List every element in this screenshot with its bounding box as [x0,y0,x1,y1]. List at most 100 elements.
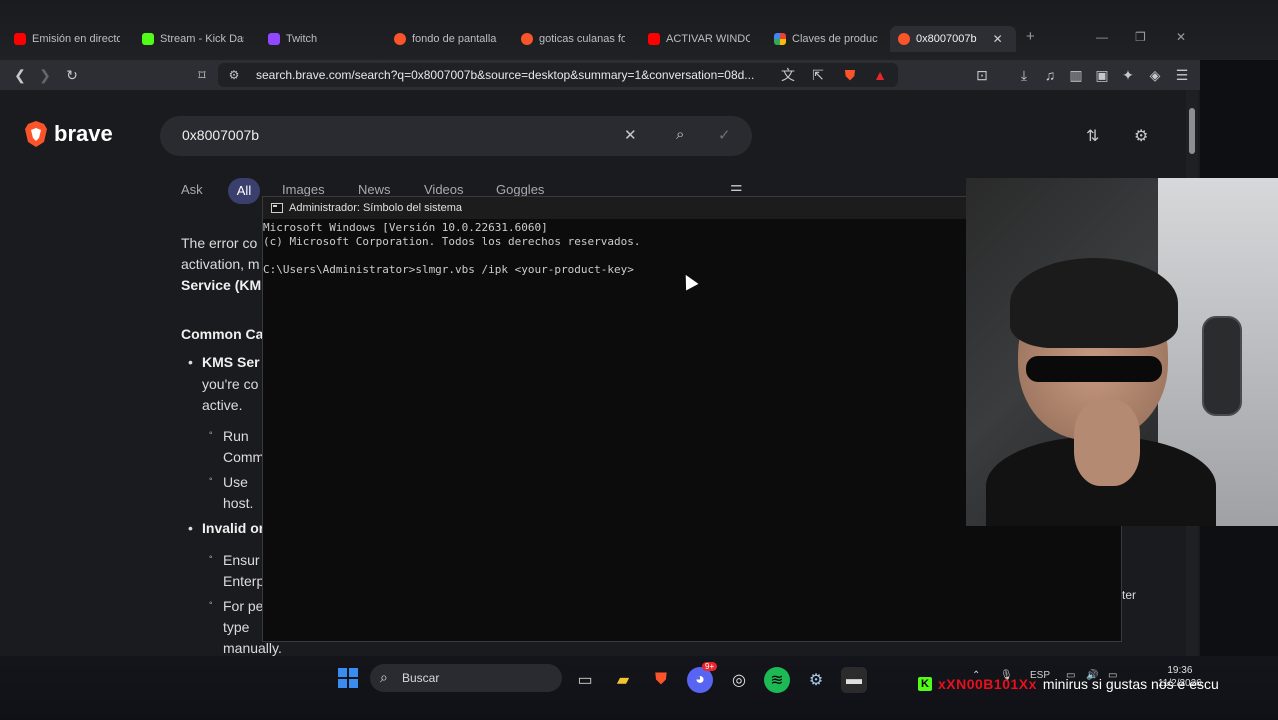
result-text: The error co [181,235,258,251]
microphone [1202,316,1242,416]
new-tab-button[interactable]: + [1026,28,1035,45]
reload-icon[interactable]: ↻ [62,65,82,85]
url-text: search.brave.com/search?q=0x8007007b&sou… [256,68,755,82]
list-item-text: you're co [202,376,259,392]
site-settings-icon[interactable]: ⚙ [224,65,244,85]
terminal-line: Microsoft Windows [Versión 10.0.22631.60… [263,221,548,234]
list-item-text: manually. [223,640,282,656]
tab-news[interactable]: News [358,182,391,197]
terminal-taskbar-icon[interactable]: ▬ [841,667,867,693]
webcam-overlay [966,178,1278,526]
kick-icon [142,33,154,45]
chat-username: xXN00B101Xx [938,676,1037,692]
tab-label: Stream - Kick Das [160,33,244,45]
tab-youtube[interactable]: Emisión en directo [14,26,120,52]
leo-ai-icon[interactable]: ✦ [1118,65,1138,85]
brave-search-icon [394,33,406,45]
bookmark-icon[interactable]: ⌑ [192,65,212,85]
taskbar-search[interactable]: ⌕ Buscar [370,664,562,692]
brave-search-icon [898,33,910,45]
search-icon[interactable]: ⌕ [676,126,684,143]
brave-shields-icon[interactable]: ⛊ [840,65,860,85]
tab-claves[interactable]: Claves de producto [774,26,878,52]
terminal-command-line[interactable]: C:\Users\Administrator>slmgr.vbs /ipk <y… [263,263,634,276]
tab-images[interactable]: Images [282,182,325,197]
tab-goticas[interactable]: goticas culanas fo [521,26,625,52]
tab-label: 0x8007007b [916,33,977,45]
menu-icon[interactable]: ☰ [1172,65,1192,85]
sidebar-icon[interactable]: ▥ [1066,65,1086,85]
search-icon: ⌕ [380,669,388,685]
list-item-text: Enterp [223,573,265,589]
list-item-heading: KMS Ser [202,354,260,370]
list-item-text: For pe [223,598,264,614]
tab-activar[interactable]: ACTIVAR WINDOWS [648,26,750,52]
cmd-icon [271,203,283,213]
tab-kick[interactable]: Stream - Kick Das [142,26,244,52]
stream-chat-overlay: K xXN00B101Xx minirus si gustas nos e es… [918,676,1219,692]
tab-label: Emisión en directo [32,33,120,45]
windows-start-icon[interactable] [338,668,358,688]
bullet: ◦ [209,474,213,485]
list-item-text: host. [223,495,254,511]
microsoft-icon [774,33,786,45]
download-icon[interactable]: ⤓ [1014,65,1034,85]
list-item-text: Run [223,428,249,444]
music-icon[interactable]: ♫ [1040,65,1060,85]
youtube-icon [14,33,26,45]
file-explorer-icon[interactable]: ▰ [610,667,636,693]
list-item-text: Ensur [223,552,260,568]
tab-twitch[interactable]: Twitch [268,26,358,52]
tab-ask[interactable]: Ask [181,182,203,197]
share-icon[interactable]: ⇱ [808,65,828,85]
forward-icon[interactable]: ❯ [35,65,55,85]
settings-icon[interactable]: ⚙ [803,667,829,693]
tab-label: goticas culanas fo [539,33,625,45]
task-view-icon[interactable]: ▭ [572,667,598,693]
vpn-icon[interactable]: ◈ [1145,65,1165,85]
list-item-text: active. [202,397,243,413]
brave-search-icon [521,33,533,45]
filter-icon[interactable]: ⇅ [1086,126,1099,146]
tab-active-search[interactable]: 0x8007007b ✕ [890,26,1016,52]
tab-fondo[interactable]: fondo de pantalla [394,26,498,52]
check-icon[interactable]: ✓ [718,126,731,144]
tab-videos[interactable]: Videos [424,182,464,197]
screenshot-icon[interactable]: ⊡ [972,65,992,85]
gear-icon[interactable]: ⚙ [1134,126,1148,146]
back-icon[interactable]: ❮ [10,65,30,85]
brave-rewards-icon[interactable]: ▲ [870,65,890,85]
maximize-icon[interactable]: ❐ [1135,30,1146,44]
list-item-heading: Invalid or [202,520,265,536]
list-item-text: Comm [223,449,265,465]
bullet: ◦ [209,428,213,439]
streamer-hair [1010,258,1178,348]
bullet: ◦ [209,598,213,609]
list-item-text: type [223,619,250,635]
chat-message: minirus si gustas nos e escu [1042,676,1219,692]
minimize-icon[interactable]: — [1096,30,1108,44]
discord-badge: 9+ [702,662,718,671]
brave-browser-icon[interactable]: ⛊ [648,667,674,693]
sliders-icon[interactable]: ⚌ [730,178,743,195]
section-heading: Common Ca [181,326,264,342]
close-tab-icon[interactable]: ✕ [993,32,1003,46]
tab-label: Claves de producto [792,33,878,45]
wallet-icon[interactable]: ▣ [1092,65,1112,85]
bullet: • [188,354,193,370]
translate-icon[interactable]: 文 [778,65,798,85]
youtube-icon [648,33,660,45]
result-text: activation, m [181,256,260,272]
app-icon[interactable]: ◎ [726,667,752,693]
tab-all[interactable]: All [228,178,260,204]
sunglasses [1026,356,1162,382]
search-input[interactable]: 0x8007007b ✕ ⌕ ✓ [160,116,752,156]
tab-goggles[interactable]: Goggles [496,182,544,197]
scrollbar-thumb[interactable] [1189,108,1195,154]
streamer-hand [1074,400,1140,486]
brave-logo[interactable]: brave [24,120,113,148]
brave-lion-icon [25,121,47,147]
close-window-icon[interactable]: ✕ [1176,30,1186,44]
spotify-icon[interactable]: ≋ [764,667,790,693]
clear-icon[interactable]: ✕ [624,126,637,144]
